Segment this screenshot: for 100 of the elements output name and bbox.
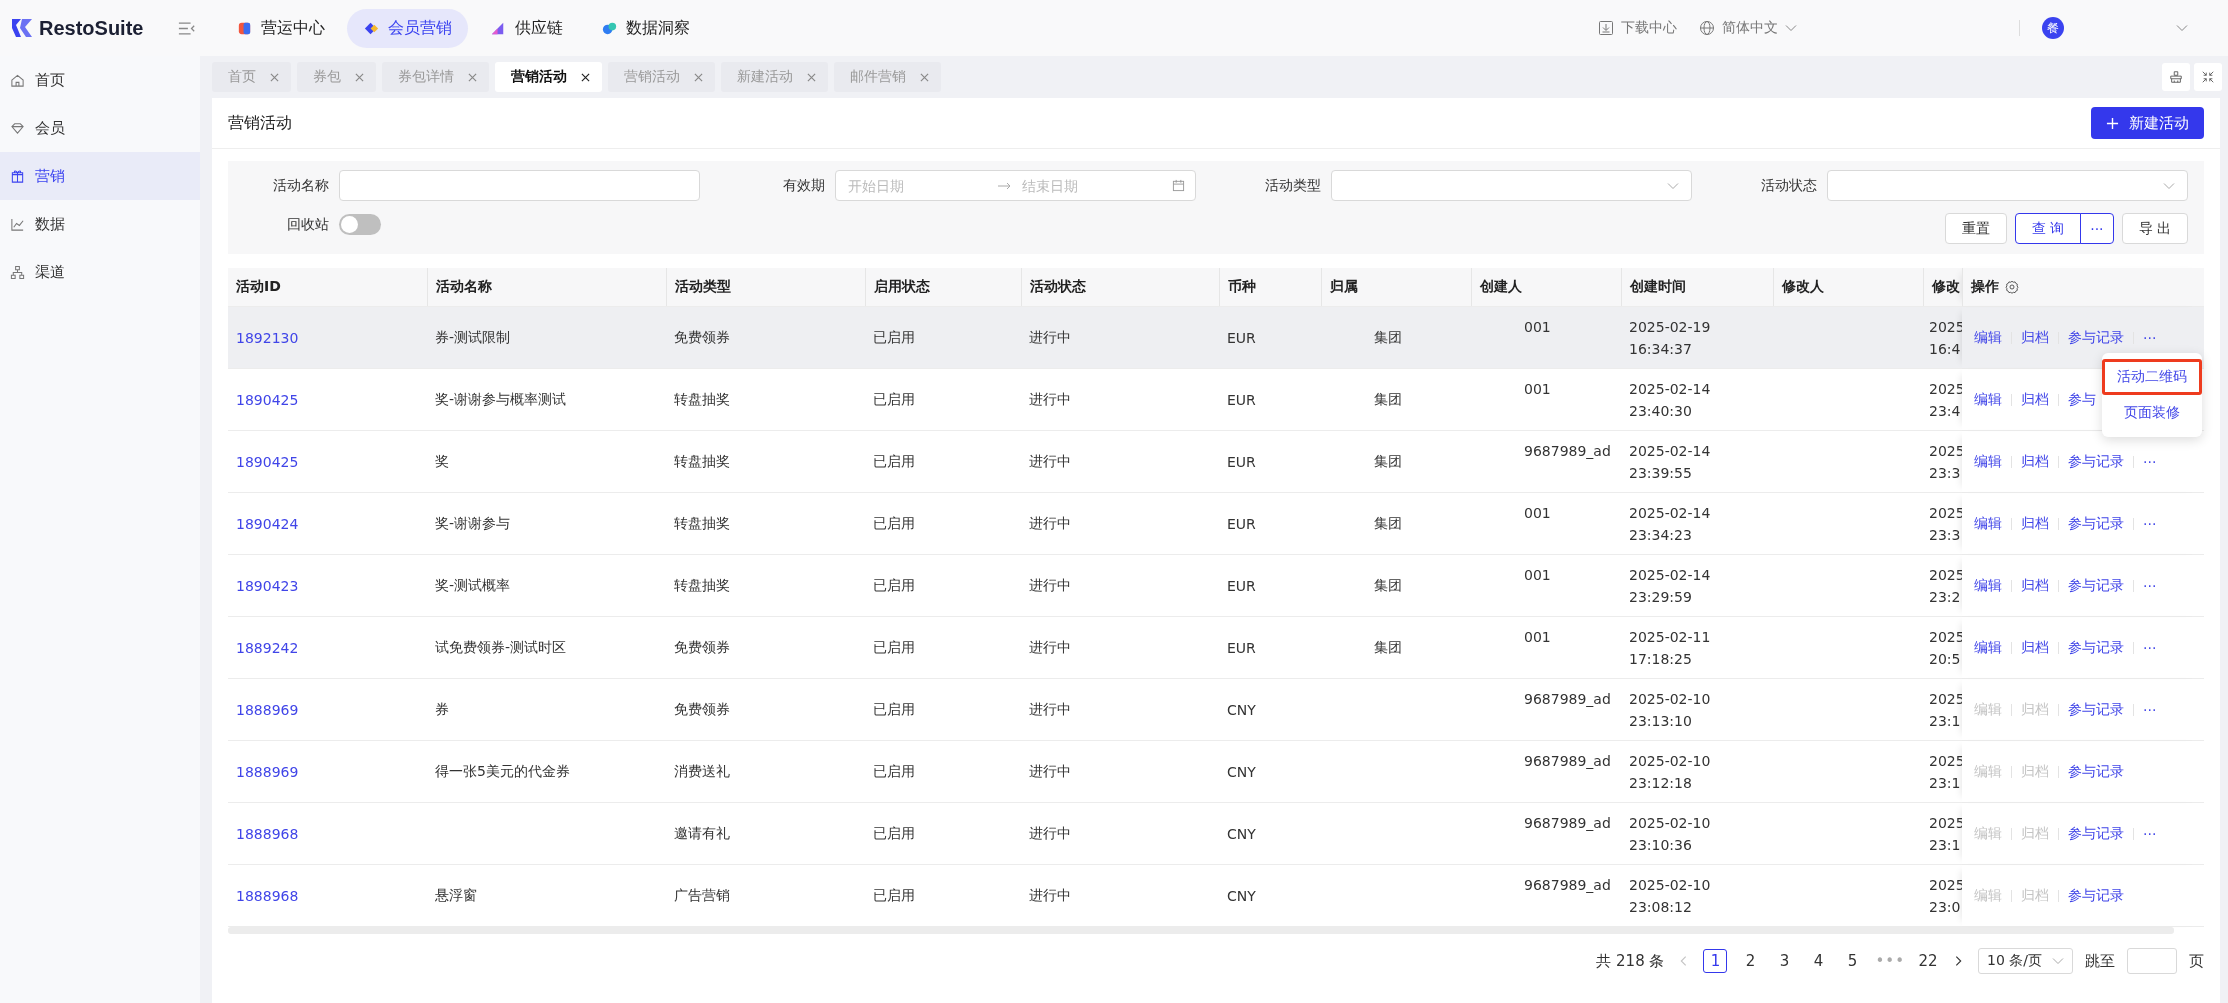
row-action-link[interactable]: 归档 xyxy=(2021,328,2049,347)
menu-icon[interactable] xyxy=(178,21,196,35)
page-button[interactable]: 1 xyxy=(1703,949,1728,973)
row-action-link[interactable]: 参与记录 xyxy=(2068,514,2124,533)
top-nav-item[interactable]: 供应链 xyxy=(474,8,579,48)
top-nav-item[interactable]: 数据洞察 xyxy=(585,8,706,48)
table-cell-text: 2025-02-14 23:34:23 xyxy=(1629,503,1711,545)
sidebar-icon xyxy=(10,216,25,232)
download-center-link[interactable]: 下载中心 xyxy=(1598,19,1677,37)
page-size-select[interactable]: 10 条/页 xyxy=(1978,948,2073,974)
row-action-link[interactable]: 参与记录 xyxy=(2068,824,2124,843)
table-cell-text: 2025-02-14 23:29:59 xyxy=(1629,565,1711,607)
activity-id-link[interactable]: 1888969 xyxy=(236,763,299,780)
row-action-link[interactable]: 编辑 xyxy=(1974,576,2002,595)
activity-id-link[interactable]: 1888968 xyxy=(236,887,299,904)
activity-id-link[interactable]: 1888969 xyxy=(236,701,299,718)
row-action-link[interactable]: 编辑 xyxy=(1974,514,2002,533)
page-button[interactable]: 2 xyxy=(1739,950,1762,972)
sidebar-item[interactable]: 数据 xyxy=(0,200,200,248)
menu-item[interactable]: 页面装修 xyxy=(2102,395,2202,431)
sidebar-icon xyxy=(10,72,25,88)
row-action-link[interactable]: 参与记录 xyxy=(2068,328,2124,347)
end-date-field[interactable]: 结束日期 xyxy=(1020,176,1164,195)
row-action-link[interactable]: 参与记录 xyxy=(2068,700,2124,719)
chevron-down-icon xyxy=(1785,24,1797,32)
top-nav-item[interactable]: 会员营销 xyxy=(347,8,468,48)
more-actions-button[interactable]: ··· xyxy=(2143,825,2157,842)
row-action-link[interactable]: 编辑 xyxy=(1974,638,2002,657)
page-tab[interactable]: 营销活动 xyxy=(495,62,602,92)
activity-id-link[interactable]: 1892130 xyxy=(236,329,299,346)
avatar[interactable]: 餐 xyxy=(2042,17,2064,39)
table-cell-text: 001 xyxy=(1523,319,1551,335)
row-action-link[interactable]: 归档 xyxy=(2021,452,2049,471)
more-actions-button[interactable]: ··· xyxy=(2143,639,2157,656)
page-button[interactable]: 22 xyxy=(1917,950,1939,972)
sidebar-item[interactable]: 会员 xyxy=(0,104,200,152)
column-header: 活动状态 xyxy=(1021,268,1219,306)
table-cell: CNY xyxy=(1227,825,1256,842)
row-action-link[interactable]: 编辑 xyxy=(1974,390,2002,409)
table-cell: 免费领券 xyxy=(674,328,730,347)
page-button[interactable]: 3 xyxy=(1773,950,1796,972)
sidebar-item[interactable]: 首页 xyxy=(0,56,200,104)
settings-icon[interactable] xyxy=(2005,280,2019,294)
activity-name-field[interactable] xyxy=(339,170,700,201)
row-action-link[interactable]: 参与记录 xyxy=(2068,576,2124,595)
export-button[interactable]: 导 出 xyxy=(2121,213,2188,244)
activity-id-link[interactable]: 1890425 xyxy=(236,453,299,470)
table-cell: 免费领券 xyxy=(674,700,730,719)
row-action-link[interactable]: 参与记录 xyxy=(2068,762,2124,781)
page-button[interactable]: 5 xyxy=(1841,950,1864,972)
column-header: 活动名称 xyxy=(427,268,666,306)
row-action-link[interactable]: 归档 xyxy=(2021,638,2049,657)
activity-id-link[interactable]: 1890423 xyxy=(236,577,299,594)
field-label: 活动类型 xyxy=(1264,176,1321,195)
chevron-down-icon xyxy=(2052,957,2064,965)
page-button[interactable]: 4 xyxy=(1807,950,1830,972)
row-action-link[interactable]: 参与记录 xyxy=(2068,638,2124,657)
row-action-link[interactable]: 参与 xyxy=(2068,390,2096,409)
table-cell-text: 2025-02-10 23:13:10 xyxy=(1629,689,1711,731)
table-cell-text: 集团 xyxy=(1373,576,1402,595)
query-button[interactable]: 查 询 xyxy=(2014,213,2082,244)
row-action-link[interactable]: 归档 xyxy=(2021,390,2049,409)
table-cell: EUR xyxy=(1227,515,1256,532)
recycle-bin-switch[interactable] xyxy=(339,214,381,235)
page-jump-field[interactable] xyxy=(2127,948,2177,974)
activity-id-link[interactable]: 1889242 xyxy=(236,639,299,656)
new-activity-button[interactable]: 新建活动 xyxy=(2091,107,2204,139)
row-action-link[interactable]: 编辑 xyxy=(1974,452,2002,471)
row-action-link[interactable]: 归档 xyxy=(2021,514,2049,533)
row-action-link[interactable]: 参与记录 xyxy=(2068,886,2124,905)
table-cell-text: 9687989_ad xyxy=(1523,815,1611,831)
more-actions-button[interactable]: ··· xyxy=(2143,701,2157,718)
more-options-button[interactable]: ··· xyxy=(2080,213,2114,244)
close-icon[interactable] xyxy=(581,72,590,82)
activity-id-link[interactable]: 1888968 xyxy=(236,825,299,842)
row-action-link[interactable]: 归档 xyxy=(2021,576,2049,595)
column-header: 活动ID xyxy=(235,277,282,296)
reset-button[interactable]: 重置 xyxy=(1944,213,2007,244)
table-cell: 试免费领券-测试时区 xyxy=(435,638,567,657)
table-cell-text: 2025-02-14 23:39:55 xyxy=(1629,441,1711,483)
language-selector[interactable]: 简体中文 xyxy=(1699,19,1797,37)
more-actions-button[interactable]: ··· xyxy=(2143,577,2157,594)
logo-icon xyxy=(10,16,34,40)
sidebar-item[interactable]: 渠道 xyxy=(0,248,200,296)
activity-id-link[interactable]: 1890424 xyxy=(236,515,299,532)
more-actions-button[interactable]: ··· xyxy=(2143,453,2157,470)
activity-id-link[interactable]: 1890425 xyxy=(236,391,299,408)
sidebar-item[interactable]: 营销 xyxy=(0,152,200,200)
top-nav-item[interactable]: 营运中心 xyxy=(220,8,341,48)
collapse-icon[interactable] xyxy=(2194,63,2222,91)
start-date-field[interactable]: 开始日期 xyxy=(846,176,990,195)
menu-item[interactable]: 活动二维码 xyxy=(2102,359,2202,395)
chevron-down-icon[interactable] xyxy=(2176,24,2188,32)
column-header: 创建人 xyxy=(1471,268,1621,306)
more-actions-button[interactable]: ··· xyxy=(2143,329,2157,346)
row-action-link[interactable]: 编辑 xyxy=(1974,328,2002,347)
more-actions-button[interactable]: ··· xyxy=(2143,515,2157,532)
broom-icon[interactable] xyxy=(2162,63,2190,91)
row-action-link[interactable]: 参与记录 xyxy=(2068,452,2124,471)
table-cell-text: 9687989_ad xyxy=(1523,691,1611,707)
